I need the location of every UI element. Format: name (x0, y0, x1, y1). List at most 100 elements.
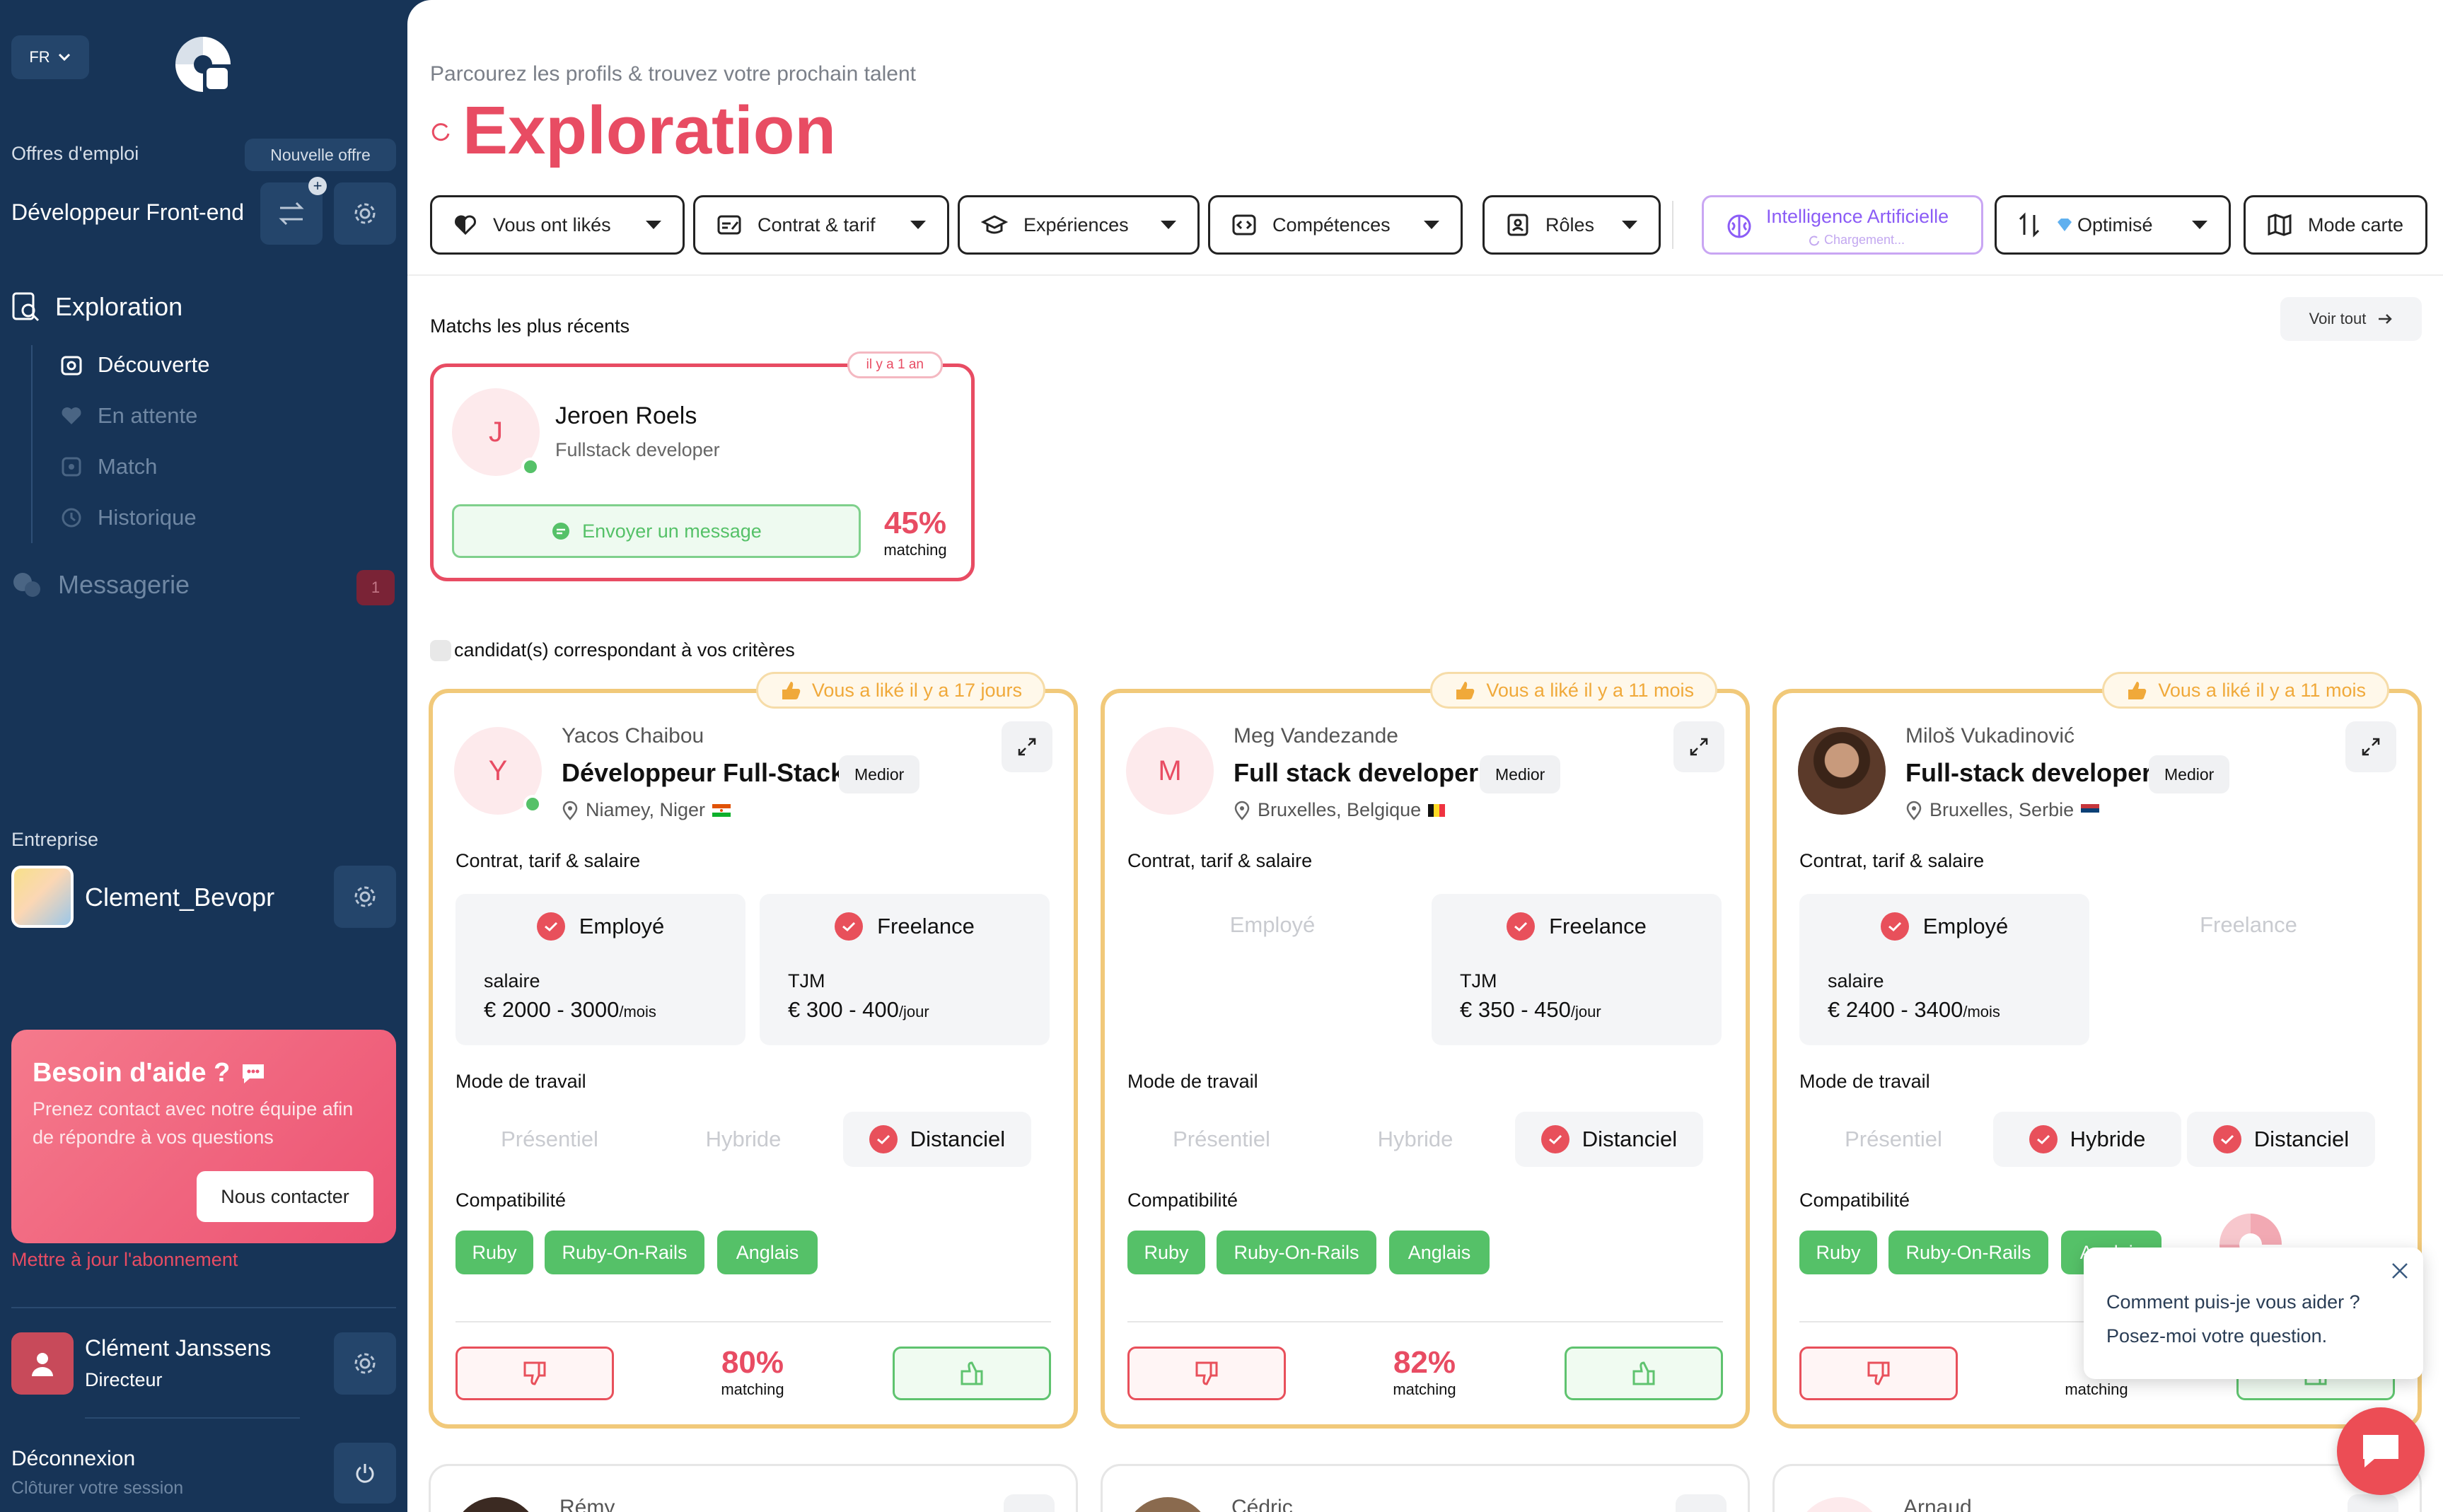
candidate-card[interactable]: Vous a liké il y a 11 mois M Meg Vandeza… (1101, 672, 1750, 1429)
mode-hybrid: Hybride (1377, 1127, 1453, 1151)
nav-discovery[interactable]: Découverte (59, 352, 210, 378)
employee-header: Employé (455, 912, 745, 941)
company-name: Clement_Bevopr (85, 883, 275, 912)
tjm-value: € 350 - 450/jour (1460, 997, 1601, 1023)
chevron-down-icon (1622, 221, 1637, 229)
loading-spinner-icon (431, 123, 450, 141)
card-divider (1127, 1321, 1723, 1322)
like-button[interactable] (1565, 1347, 1723, 1400)
card-divider (455, 1321, 1051, 1322)
tjm-unit: /jour (898, 1003, 929, 1020)
current-job-title[interactable]: Développeur Front-end (11, 199, 244, 226)
chat-popup[interactable]: Comment puis-je vous aider ? Posez-moi v… (2084, 1248, 2423, 1379)
candidate-location: Niamey, Niger (562, 799, 731, 821)
chevron-down-icon (2192, 221, 2207, 229)
dislike-button[interactable] (1127, 1347, 1286, 1400)
history-icon (62, 508, 81, 528)
filter-contract[interactable]: Contrat & tarif (693, 195, 949, 255)
language-selector[interactable]: FR (11, 35, 89, 79)
mode-hybrid-label: Hybride (2070, 1127, 2146, 1151)
skill-tag: Anglais (717, 1231, 818, 1274)
employee-box: Employé salaire € 2400 - 3400/mois (1799, 894, 2089, 1045)
send-message-button[interactable]: Envoyer un message (452, 504, 861, 558)
salary-value: € 2400 - 3400/mois (1828, 997, 2000, 1023)
expand-button[interactable] (1002, 721, 1052, 772)
skill-tag: Ruby (1127, 1231, 1205, 1274)
freelance-label: Freelance (2200, 912, 2297, 937)
expand-button[interactable] (1676, 1494, 1727, 1512)
filter-roles[interactable]: Rôles (1482, 195, 1661, 255)
recent-match-card[interactable]: il y a 1 an J Jeroen Roels Fullstack dev… (430, 351, 975, 581)
sort-selector-label: Optimisé (2077, 214, 2153, 235)
user-settings-button[interactable] (334, 1332, 396, 1395)
contract-section-title: Contrat, tarif & salaire (455, 850, 641, 871)
candidate-card-partial[interactable]: Arnaud (1772, 1464, 2422, 1512)
candidate-role: Full-stack developer (1905, 758, 2152, 787)
match-percentage-label: matching (2065, 1380, 2128, 1398)
upgrade-subscription-link[interactable]: Mettre à jour l'abonnement (11, 1249, 238, 1271)
skill-tag: Ruby-On-Rails (1888, 1231, 2048, 1274)
sort-selector[interactable]: Optimisé (1995, 195, 2231, 255)
speech-bubble-icon (243, 1064, 265, 1083)
filter-liked-you-label: Vous ont likés (493, 214, 611, 235)
tjm-value: € 300 - 400/jour (788, 997, 929, 1023)
power-icon (356, 1464, 374, 1483)
expand-button[interactable] (1673, 721, 1724, 772)
page-title: Exploration (463, 93, 837, 168)
filter-experience[interactable]: Expériences (958, 195, 1200, 255)
main-content: Parcourez les profils & trouvez votre pr… (407, 0, 2443, 1512)
close-icon[interactable] (2389, 1260, 2410, 1281)
filter-contract-label: Contrat & tarif (758, 214, 876, 235)
employee-box: Employé (1127, 894, 1417, 1045)
see-all-button[interactable]: Voir tout (2280, 297, 2422, 341)
mode-hybrid: Hybride (705, 1127, 782, 1151)
nav-messaging[interactable]: Messagerie (11, 570, 190, 600)
logout-button[interactable] (334, 1443, 396, 1504)
candidate-role: Full stack developer (1234, 758, 1479, 787)
salary-label: salaire (1828, 970, 1884, 991)
contact-button[interactable]: Nous contacter (197, 1171, 373, 1222)
tjm-amount: € 350 - 450 (1460, 997, 1571, 1022)
nav-match[interactable]: Match (59, 454, 157, 479)
expand-button[interactable] (2348, 1494, 2398, 1512)
match-percentage: 82% (1393, 1345, 1456, 1380)
contract-icon (717, 215, 741, 235)
dislike-button[interactable] (455, 1347, 614, 1400)
check-icon (1507, 912, 1536, 941)
employee-label: Employé (579, 914, 665, 938)
filter-ai[interactable]: Intelligence Artificielle Chargement... (1702, 195, 1983, 255)
match-percentage-label: matching (1393, 1380, 1456, 1398)
chat-launcher-button[interactable] (2337, 1407, 2425, 1495)
sidebar: FR Offres d'emploi Nouvelle offre Dévelo… (0, 0, 407, 1512)
filter-liked-you[interactable]: Vous ont likés (430, 195, 685, 255)
candidate-card-partial[interactable]: Rémy (429, 1464, 1078, 1512)
seniority-badge: Medior (839, 755, 920, 793)
filter-roles-label: Rôles (1545, 214, 1595, 235)
flag-serbia-icon (2081, 803, 2100, 817)
company-label: Entreprise (11, 829, 99, 850)
expand-icon (2362, 738, 2380, 756)
company-settings-button[interactable] (334, 866, 396, 928)
mode-onsite: Présentiel (501, 1127, 598, 1151)
nav-exploration[interactable]: Exploration (11, 291, 182, 322)
match-role: Fullstack developer (555, 439, 720, 460)
map-mode-button[interactable]: Mode carte (2244, 195, 2427, 255)
candidate-name: Rémy (559, 1496, 615, 1512)
flag-niger-icon (712, 803, 731, 817)
new-offer-button[interactable]: Nouvelle offre (245, 139, 396, 171)
job-settings-button[interactable] (334, 182, 396, 245)
chat-icon (2363, 1435, 2398, 1467)
candidate-avatar: M (1126, 727, 1214, 815)
expand-button[interactable] (2345, 721, 2396, 772)
freelance-label: Freelance (877, 914, 975, 938)
nav-history[interactable]: Historique (59, 505, 197, 530)
nav-pending[interactable]: En attente (59, 403, 197, 429)
dislike-button[interactable] (1799, 1347, 1958, 1400)
filter-skills[interactable]: Compétences (1208, 195, 1463, 255)
candidate-card[interactable]: Vous a liké il y a 17 jours Y Yacos Chai… (429, 672, 1078, 1429)
match-icon (62, 457, 81, 477)
expand-button[interactable] (1004, 1494, 1055, 1512)
expand-icon (1018, 738, 1036, 756)
like-button[interactable] (893, 1347, 1051, 1400)
candidate-card-partial[interactable]: Cédric (1101, 1464, 1750, 1512)
